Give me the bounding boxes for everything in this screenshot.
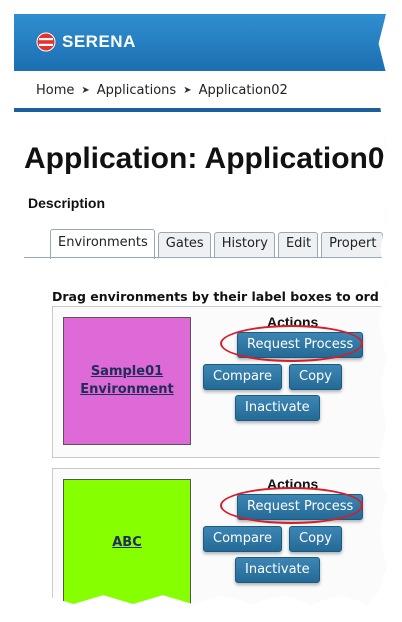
tab-history[interactable]: History	[213, 232, 275, 257]
page-title: Application: Application0	[24, 142, 385, 175]
drag-hint-text: Drag environments by their label boxes t…	[52, 289, 379, 304]
description-label: Description	[28, 195, 106, 211]
tab-edit[interactable]: Edit	[277, 232, 319, 257]
request-process-button[interactable]: Request Process	[237, 494, 364, 520]
chevron-right-icon: ➤	[81, 84, 90, 96]
tab-gates[interactable]: Gates	[157, 232, 211, 257]
environment-name-line1: Sample01	[90, 364, 164, 379]
breadcrumb-home[interactable]: Home	[36, 83, 74, 98]
request-process-button[interactable]: Request Process	[237, 332, 364, 358]
environment-name-line1: ABC	[112, 535, 142, 550]
environment-label-box[interactable]: Sample01 Environment	[63, 317, 191, 445]
brand-name: SERENA	[62, 32, 136, 51]
breadcrumb-applications[interactable]: Applications	[97, 83, 176, 98]
screenshot-frame: SERENA Home ➤ Applications ➤ Application…	[14, 14, 386, 604]
tab-environments[interactable]: Environments	[50, 229, 155, 259]
serena-logo-icon	[36, 32, 56, 52]
compare-button[interactable]: Compare	[203, 526, 282, 552]
tab-bar: Environments Gates History Edit Propert	[50, 229, 384, 259]
copy-button[interactable]: Copy	[289, 364, 342, 390]
inactivate-button[interactable]: Inactivate	[235, 395, 320, 421]
actions-title: Actions	[267, 314, 319, 330]
environment-link-sample01[interactable]: Sample01 Environment	[80, 363, 174, 399]
environment-name-line2: Environment	[80, 382, 174, 397]
actions-title: Actions	[267, 476, 319, 492]
tab-properties[interactable]: Propert	[321, 232, 384, 257]
inactivate-button[interactable]: Inactivate	[235, 557, 320, 583]
environment-link-abc[interactable]: ABC	[112, 534, 142, 552]
breadcrumb-application02[interactable]: Application02	[199, 83, 288, 98]
environment-card-abc: ABC Actions Request Process Compare Copy…	[52, 468, 386, 604]
environment-card-sample01: Sample01 Environment Actions Request Pro…	[52, 306, 386, 458]
tab-divider	[24, 257, 386, 258]
top-banner: SERENA	[14, 14, 386, 71]
breadcrumb: Home ➤ Applications ➤ Application02	[14, 72, 386, 112]
chevron-right-icon: ➤	[183, 84, 192, 96]
compare-button[interactable]: Compare	[203, 364, 282, 390]
environment-label-box[interactable]: ABC	[63, 479, 191, 604]
copy-button[interactable]: Copy	[289, 526, 342, 552]
brand-logo[interactable]: SERENA	[36, 32, 136, 52]
